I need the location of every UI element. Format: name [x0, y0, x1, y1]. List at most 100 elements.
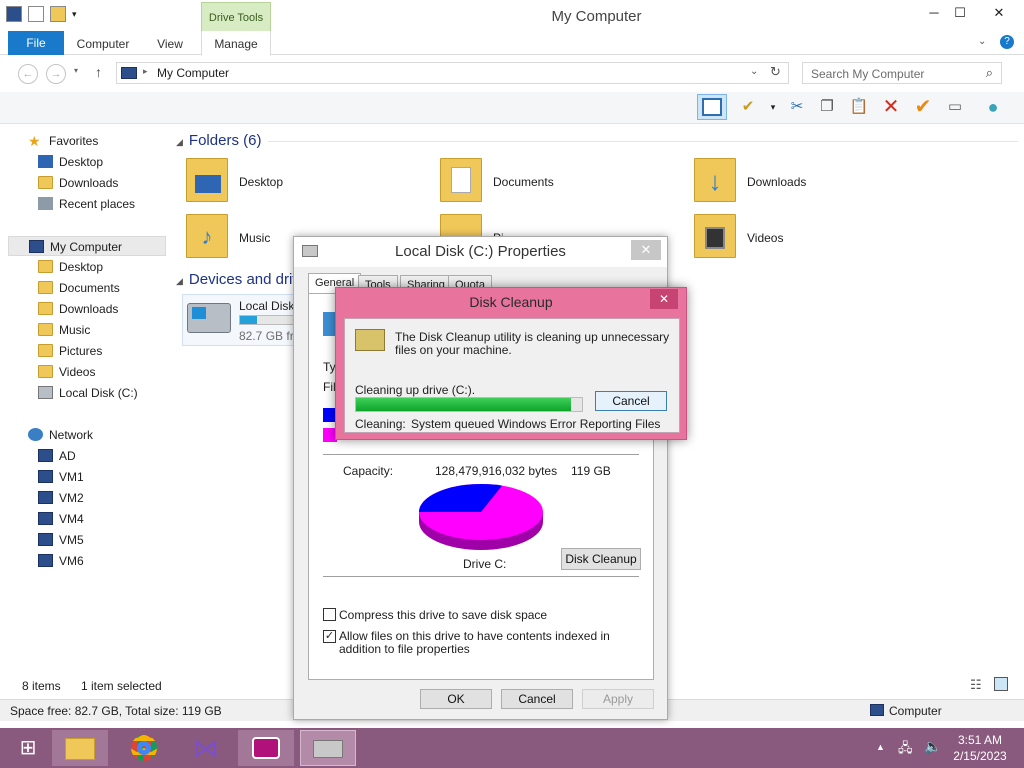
nav-item-videos[interactable]: Videos [8, 362, 166, 382]
network-tray-icon[interactable]: 🖧 [898, 739, 913, 761]
taskbar-clock[interactable]: 3:51 AM 2/15/2023 [940, 732, 1020, 764]
progress-fill [356, 398, 571, 411]
nav-item-vm4[interactable]: VM4 [8, 509, 166, 529]
show-hidden-icons-icon[interactable]: ▲ [876, 742, 885, 752]
select-icon[interactable]: ▭ [944, 96, 966, 118]
nav-item-vm1[interactable]: VM1 [8, 467, 166, 487]
collapse-icon: ◢ [176, 276, 183, 286]
nav-label: VM6 [59, 554, 84, 568]
details-view-icon[interactable]: ☷ [970, 677, 982, 693]
start-button[interactable]: ⊞ [0, 730, 56, 766]
paste-icon[interactable]: 📋 [848, 96, 870, 118]
dialog-close-button[interactable]: ✕ [631, 240, 661, 260]
nav-item-downloads[interactable]: Downloads [8, 299, 166, 319]
tab-computer[interactable]: Computer [70, 31, 136, 55]
search-icon[interactable]: ⌕ [986, 65, 993, 81]
nav-network[interactable]: Network [8, 425, 166, 445]
nav-item-vm2[interactable]: VM2 [8, 488, 166, 508]
apply-button[interactable]: Apply [582, 689, 654, 709]
nav-favorites[interactable]: ★ Favorites [8, 131, 166, 151]
cleaning-label: Cleaning: [355, 417, 406, 431]
nav-item-vm6[interactable]: VM6 [8, 551, 166, 571]
tab-file[interactable]: File [8, 31, 64, 55]
minimize-button[interactable]: ─ [920, 2, 948, 24]
nav-label: Local Disk (C:) [59, 386, 138, 400]
cancel-button[interactable]: Cancel [501, 689, 573, 709]
drive-label: Local Disk [239, 299, 295, 313]
folder-item-documents[interactable]: Documents [440, 158, 660, 206]
nav-item-desktop[interactable]: Desktop [8, 152, 166, 172]
folder-item-videos[interactable]: Videos [694, 214, 914, 262]
nav-item-desktop[interactable]: Desktop [8, 257, 166, 277]
disk-cleanup-button[interactable]: Disk Cleanup [561, 548, 641, 570]
camera-taskbar-icon[interactable] [238, 730, 294, 766]
disk-cleanup-taskbar-icon[interactable] [300, 730, 356, 766]
nav-label: Documents [59, 281, 120, 295]
nav-label: Desktop [59, 260, 104, 274]
group-header-folders[interactable]: ◢ Folders (6) [176, 132, 261, 149]
navigation-pane: ★ Favorites Desktop Downloads Recent pla… [8, 125, 168, 695]
up-button[interactable]: ↑ [95, 64, 102, 80]
close-button[interactable]: ✕ [985, 2, 1013, 24]
preview-pane-icon[interactable] [697, 94, 727, 120]
nav-label: Pictures [59, 344, 103, 358]
folder-item-downloads[interactable]: ↓ Downloads [694, 158, 914, 206]
dialog-close-button[interactable]: ✕ [650, 289, 678, 309]
nav-label: Downloads [59, 302, 119, 316]
nav-item-music[interactable]: Music [8, 320, 166, 340]
help-icon[interactable]: ? [1000, 35, 1014, 49]
copy-icon[interactable]: ❐ [816, 96, 838, 118]
maximize-button[interactable]: ☐ [946, 2, 974, 24]
visual-studio-taskbar-icon[interactable]: ⋈ [178, 730, 234, 766]
cleanup-cancel-button[interactable]: Cancel [595, 391, 667, 411]
folder-item-desktop[interactable]: Desktop [186, 158, 406, 206]
group-header-devices[interactable]: ◢ Devices and driv [176, 271, 300, 288]
nav-item-downloads[interactable]: Downloads [8, 173, 166, 193]
nav-label: Favorites [49, 134, 99, 148]
forward-button[interactable]: → [46, 64, 66, 84]
breadcrumb[interactable]: My Computer [157, 66, 229, 80]
compress-label: Compress this drive to save disk space [339, 608, 548, 622]
folder-icon [440, 158, 482, 202]
drive-item-local-disk[interactable]: Local Disk 82.7 GB fre [182, 294, 302, 346]
tab-view[interactable]: View [145, 31, 195, 55]
nav-item-ad[interactable]: AD [8, 446, 166, 466]
compress-checkbox[interactable] [323, 608, 336, 621]
refresh-icon[interactable]: ↻ [770, 64, 781, 80]
recent-locations-icon[interactable]: ▾ [74, 66, 78, 75]
folder-icon [38, 365, 53, 378]
rename-icon[interactable]: ✔ [912, 96, 934, 118]
computer-icon [38, 554, 53, 567]
delete-icon[interactable]: ✕ [880, 96, 902, 118]
chrome-taskbar-icon[interactable] [116, 730, 172, 766]
nav-item-documents[interactable]: Documents [8, 278, 166, 298]
ribbon-expand-icon[interactable]: ⌄ [978, 36, 986, 47]
address-bar[interactable]: ▸ My Computer [116, 62, 789, 84]
back-button[interactable]: ← [18, 64, 38, 84]
folder-icon [38, 281, 53, 294]
capacity-gb: 119 GB [571, 464, 611, 478]
cut-icon[interactable]: ✂ [786, 96, 808, 118]
capacity-label: Capacity: [343, 464, 394, 478]
file-explorer-taskbar-icon[interactable] [52, 730, 108, 766]
nav-label: Network [49, 428, 94, 442]
dropdown-icon[interactable]: ▾ [762, 96, 784, 118]
tab-manage[interactable]: Manage [201, 31, 271, 56]
nav-item-recent-places[interactable]: Recent places [8, 194, 166, 214]
nav-item-vm5[interactable]: VM5 [8, 530, 166, 550]
ok-button[interactable]: OK [420, 689, 492, 709]
volume-tray-icon[interactable]: 🔈 [924, 738, 941, 755]
cleanup-body: The Disk Cleanup utility is cleaning up … [344, 318, 680, 433]
clock-date: 2/15/2023 [953, 749, 1007, 763]
nav-my-computer[interactable]: My Computer [8, 236, 166, 256]
address-dropdown-icon[interactable]: ⌄ [750, 66, 758, 77]
shell-icon[interactable]: ● [982, 96, 1004, 118]
search-input[interactable]: Search My Computer ⌕ [802, 62, 1002, 84]
properties-icon[interactable]: ✔ [737, 96, 759, 118]
zone-label: Computer [889, 704, 942, 718]
large-icons-view-icon[interactable] [994, 677, 1008, 691]
nav-item-local-disk[interactable]: Local Disk (C:) [8, 383, 166, 403]
index-checkbox[interactable]: ✓ [323, 630, 336, 643]
nav-item-pictures[interactable]: Pictures [8, 341, 166, 361]
folder-icon [186, 158, 228, 202]
